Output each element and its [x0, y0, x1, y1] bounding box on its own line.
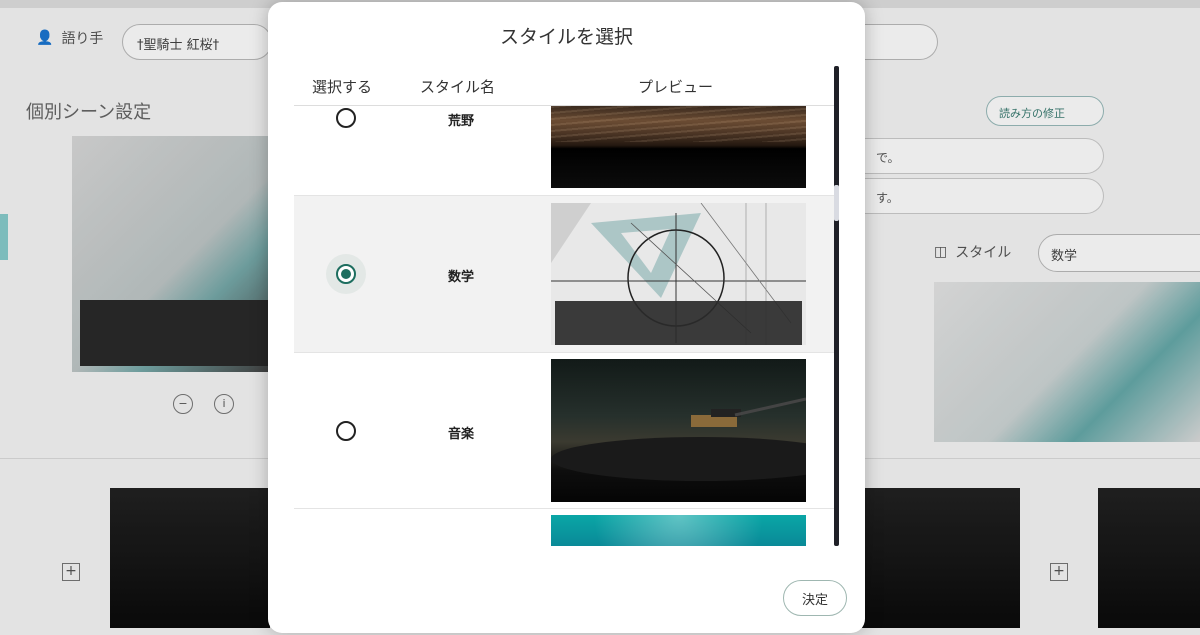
table-row[interactable]: 荒野: [294, 106, 834, 196]
table-row[interactable]: [294, 509, 834, 546]
preview-image: [551, 359, 806, 502]
scrollbar-track[interactable]: [834, 66, 839, 546]
column-preview: プレビュー: [638, 78, 714, 96]
preview-image: [551, 203, 806, 345]
preview-image: [551, 106, 806, 188]
column-select: 選択する: [312, 78, 373, 96]
style-radio[interactable]: [336, 264, 356, 284]
turntable-illustration: [551, 397, 806, 481]
preview-image: [551, 515, 806, 546]
style-list[interactable]: 荒野 数学 音楽: [294, 106, 834, 546]
dialog-title: スタイルを選択: [499, 26, 633, 48]
style-name: 音楽: [447, 427, 474, 442]
style-name: 荒野: [447, 114, 474, 129]
confirm-button[interactable]: 決定: [783, 580, 847, 616]
math-illustration: [551, 203, 806, 345]
style-name: 数学: [447, 270, 474, 285]
style-radio[interactable]: [336, 421, 356, 441]
scrollbar-thumb[interactable]: [834, 185, 839, 221]
table-row[interactable]: 数学: [294, 196, 834, 353]
table-row[interactable]: 音楽: [294, 353, 834, 509]
column-style-name: スタイル名: [420, 78, 496, 96]
table-header: 選択する スタイル名 プレビュー: [294, 74, 834, 106]
style-select-dialog: スタイルを選択 選択する スタイル名 プレビュー 荒野 数学 音楽 決定: [268, 2, 865, 633]
style-radio[interactable]: [336, 108, 356, 128]
